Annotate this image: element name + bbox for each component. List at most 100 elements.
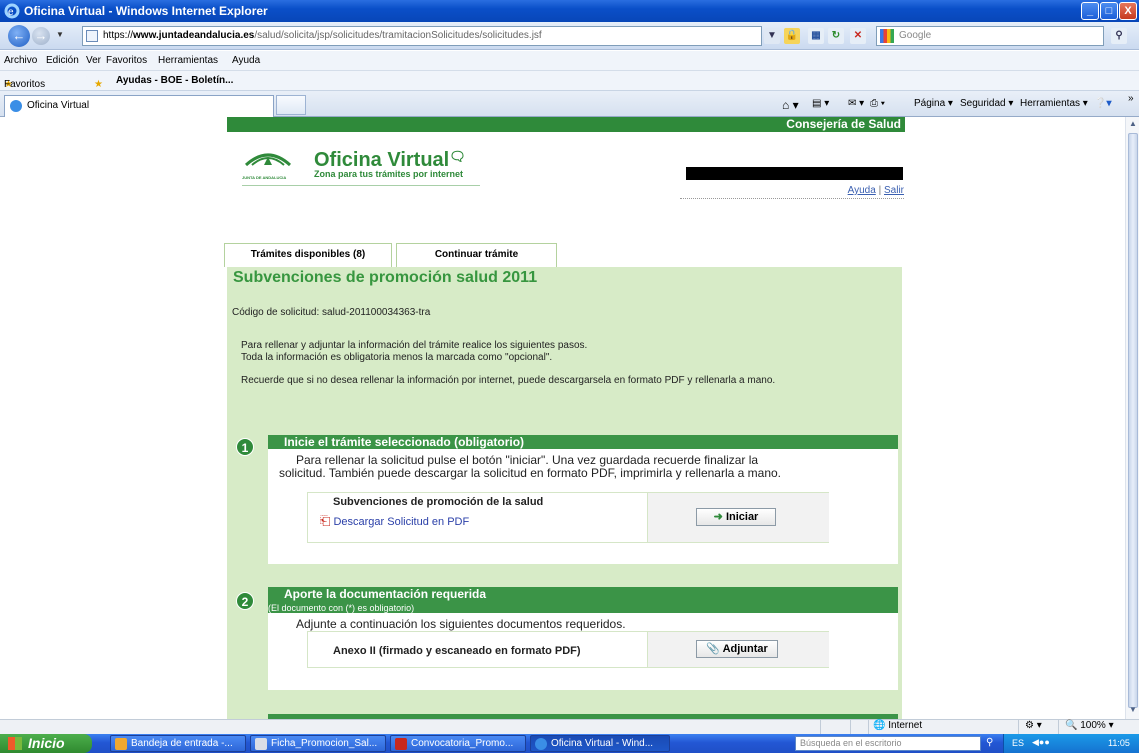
step2-number: 2: [236, 592, 254, 610]
step1-number: 1: [236, 438, 254, 456]
desktop-search-icon[interactable]: ⚲: [986, 737, 993, 748]
menu-herramientas[interactable]: Herramientas: [158, 55, 218, 66]
zone-indicator: 🌐 Internet: [868, 720, 1018, 735]
language-indicator[interactable]: ES: [1012, 738, 1024, 748]
download-pdf-link[interactable]: ⎗ Descargar Solicitud en PDF: [320, 513, 469, 529]
step2-doc-name: Anexo II (firmado y escaneado en formato…: [333, 645, 581, 657]
menu-archivo[interactable]: Archivo: [4, 55, 37, 66]
refresh-icon[interactable]: ↻: [828, 28, 844, 44]
step2-subheading: (El documento con (*) es obligatorio): [268, 603, 415, 613]
url-prefix: https://: [103, 30, 134, 41]
home-icon[interactable]: ⌂ ▾: [782, 98, 799, 112]
compatibility-icon[interactable]: ▦: [808, 28, 824, 44]
history-dropdown-icon[interactable]: ▼: [56, 30, 64, 39]
intro-line-1: Para rellenar y adjuntar la información …: [241, 340, 588, 351]
menu-ayuda[interactable]: Ayuda: [232, 55, 260, 66]
adjuntar-button[interactable]: 📎 Adjuntar: [696, 640, 778, 658]
zoom-icon: 🔍: [1065, 720, 1078, 731]
zoom-control[interactable]: 🔍 100% ▾: [1058, 720, 1139, 735]
link-separator: |: [878, 185, 882, 196]
system-tray: ES ◀●● 11:05: [1003, 734, 1139, 753]
search-input[interactable]: Google: [876, 26, 1104, 46]
print-icon[interactable]: ⎙ ▾: [870, 98, 885, 109]
tray-icons[interactable]: ◀●●: [1032, 737, 1050, 748]
taskbar-item-ie[interactable]: Oficina Virtual - Wind...: [530, 735, 670, 752]
scroll-thumb[interactable]: [1128, 133, 1138, 708]
favorite-link[interactable]: Ayudas - BOE - Boletín...: [116, 75, 233, 86]
security-menu[interactable]: Seguridad ▾: [960, 98, 1013, 109]
menu-ver[interactable]: Ver: [86, 55, 101, 66]
feeds-icon[interactable]: ▤ ▾: [812, 98, 829, 109]
lock-icon[interactable]: 🔒: [784, 28, 800, 44]
step2-header: Aporte la documentación requerida (El do…: [268, 587, 898, 613]
step2-heading: Aporte la documentación requerida: [284, 587, 487, 601]
search-placeholder: Google: [899, 30, 932, 41]
scroll-down-icon[interactable]: ▼: [1127, 705, 1139, 717]
step1-heading: Inicie el trámite seleccionado (obligato…: [268, 435, 898, 449]
address-dropdown-icon[interactable]: ▼: [764, 28, 780, 44]
mail-icon[interactable]: ✉ ▾: [848, 98, 864, 109]
speech-bubble-icon: 🗨: [449, 149, 466, 164]
url-path: /salud/solicita/jsp/solicitudes/tramitac…: [254, 30, 542, 41]
page-title: Subvenciones de promoción salud 2011: [233, 269, 538, 286]
overflow-chevron-icon[interactable]: »: [1128, 93, 1134, 104]
tools-menu[interactable]: Herramientas ▾: [1020, 98, 1088, 109]
intro-line-3: Recuerde que si no desea rellenar la inf…: [241, 375, 776, 386]
taskbar-item-mail[interactable]: Bandeja de entrada -...: [110, 735, 246, 752]
ayuda-link[interactable]: Ayuda: [848, 185, 876, 196]
menu-bar: Archivo Edición Ver Favoritos Herramient…: [0, 51, 1139, 71]
search-icon[interactable]: ⚲: [1111, 28, 1127, 44]
arrow-right-icon: ➜: [713, 511, 723, 523]
tab-continuar-tramite[interactable]: Continuar trámite: [396, 243, 557, 267]
page-icon: [86, 30, 98, 42]
salir-link[interactable]: Salir: [884, 185, 904, 196]
menu-edicion[interactable]: Edición: [46, 55, 79, 66]
menu-favoritos[interactable]: Favoritos: [106, 55, 147, 66]
logo-subtitle: Zona para tus trámites por internet: [314, 169, 464, 179]
ie-current-tab[interactable]: Oficina Virtual: [4, 95, 274, 117]
codigo-solicitud: Código de solicitud: salud-201100034363-…: [232, 307, 431, 318]
start-button[interactable]: Inicio: [0, 734, 92, 753]
tab-tramites-disponibles[interactable]: Trámites disponibles (8): [224, 243, 392, 267]
minimize-button[interactable]: _: [1081, 2, 1099, 20]
consejeria-header: Consejería de Salud: [227, 117, 905, 132]
user-links: Ayuda | Salir: [680, 185, 904, 199]
taskbar-item-convocatoria[interactable]: Convocatoria_Promo...: [390, 735, 526, 752]
tab-favicon: [10, 100, 22, 112]
paperclip-icon: 📎: [706, 643, 720, 655]
ie-app-icon: [535, 738, 547, 750]
junta-logo-icon: [244, 153, 292, 167]
redacted-user-name: [686, 167, 903, 180]
address-toolbar: ← → ▼ https://www.juntadeandalucia.es/sa…: [0, 22, 1139, 50]
ie-tab-label: Oficina Virtual: [27, 100, 90, 111]
address-input[interactable]: https://www.juntadeandalucia.es/salud/so…: [82, 26, 762, 46]
pdf-app-icon: [395, 738, 407, 750]
favorites-bar: ★ Favoritos ★ Ayudas - BOE - Boletín...: [0, 71, 1139, 91]
desktop-search-input[interactable]: Búsqueda en el escritorio: [795, 736, 981, 751]
windows-flag-icon: [8, 737, 22, 750]
iniciar-button[interactable]: ➜ Iniciar: [696, 508, 776, 526]
vertical-scrollbar[interactable]: ▲ ▼: [1125, 117, 1139, 719]
back-button[interactable]: ←: [8, 25, 30, 47]
google-icon: [880, 29, 894, 43]
maximize-button[interactable]: □: [1100, 2, 1118, 20]
mail-app-icon: [115, 738, 127, 750]
url-host: www.juntadeandalucia.es: [133, 30, 255, 41]
logo-divider: [242, 185, 480, 186]
taskbar-item-ficha[interactable]: Ficha_Promocion_Sal...: [250, 735, 386, 752]
status-bar: 🌐 Internet ⚙ ▾ 🔍 100% ▾: [0, 719, 1139, 735]
protected-mode-icon[interactable]: ⚙ ▾: [1018, 720, 1058, 735]
forward-button[interactable]: →: [32, 27, 50, 45]
page-menu[interactable]: Página ▾: [914, 98, 953, 109]
scroll-up-icon[interactable]: ▲: [1127, 119, 1139, 131]
step2-text: Adjunte a continuación los siguientes do…: [296, 617, 626, 631]
logo-org: JUNTA DE ANDALUCIA: [242, 175, 287, 180]
help-icon[interactable]: ❔▾: [1094, 98, 1111, 109]
new-tab-button[interactable]: [276, 95, 306, 115]
window-title: Oficina Virtual - Windows Internet Explo…: [24, 4, 268, 18]
window-title-bar: e Oficina Virtual - Windows Internet Exp…: [0, 0, 1139, 22]
svg-text:e: e: [8, 7, 14, 18]
close-button[interactable]: X: [1119, 2, 1137, 20]
stop-icon[interactable]: ✕: [850, 28, 866, 44]
intro-line-2: Toda la información es obligatoria menos…: [241, 352, 553, 363]
